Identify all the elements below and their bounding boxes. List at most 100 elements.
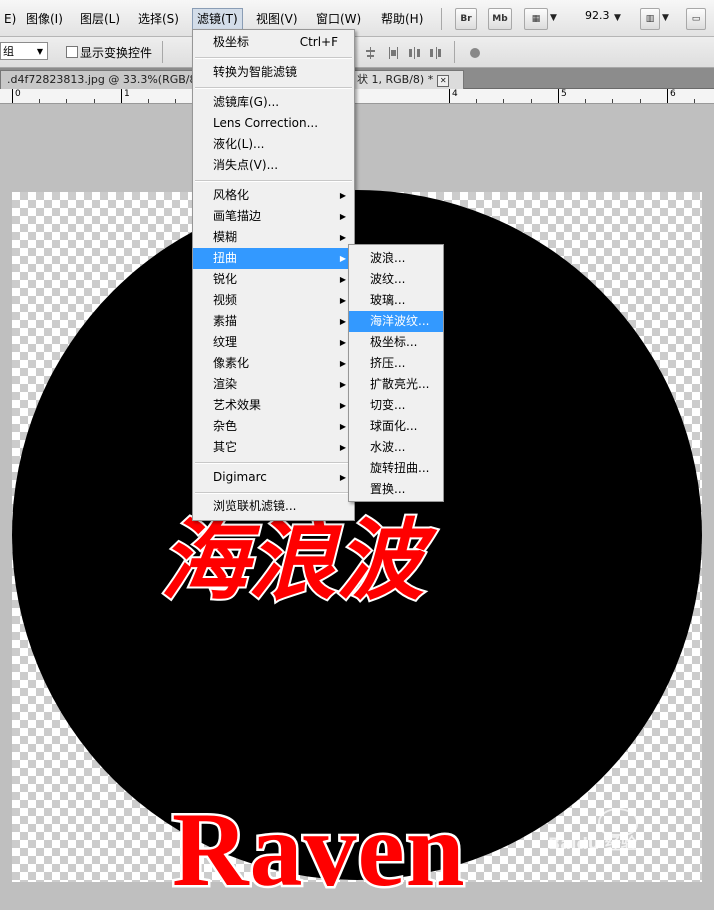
menu-item-browse-online-filters[interactable]: 浏览联机滤镜... (193, 496, 354, 517)
menu-help[interactable]: 帮助(H) (377, 9, 427, 29)
menu-item-lens-correction[interactable]: Lens Correction... (193, 113, 354, 134)
submenu-item-ripple[interactable]: 水波... (349, 437, 443, 458)
ruler-tick (558, 89, 559, 103)
menu-item-pixelate[interactable]: 像素化 ▶ (193, 353, 354, 374)
bridge-button[interactable]: Br (455, 8, 477, 30)
submenu-arrow-icon: ▶ (339, 359, 346, 368)
ruler-tick (449, 89, 450, 103)
menu-item-convert-smart-filter[interactable]: 转换为智能滤镜 (193, 62, 354, 83)
document-tab-bar: .d4f72823813.jpg @ 33.3%(RGB/8) 状 1, RGB… (0, 68, 714, 89)
submenu-item-zigzag[interactable]: 波纹... (349, 269, 443, 290)
submenu-arrow-icon: ▶ (339, 233, 346, 242)
submenu-arrow-icon: ▶ (339, 317, 346, 326)
options-bar: 组 ▼ 显示变换控件 (0, 37, 714, 68)
menu-item-other[interactable]: 其它 ▶ (193, 437, 354, 458)
distort-submenu: 波浪... 波纹... 玻璃... 海洋波纹... 极坐标... 挤压... 扩… (348, 244, 444, 502)
horizontal-ruler: 0 1 4 5 6 (0, 89, 714, 104)
submenu-item-polar-coordinates[interactable]: 极坐标... (349, 332, 443, 353)
menu-layer[interactable]: 图层(L) (76, 9, 124, 29)
submenu-arrow-icon: ▶ (339, 443, 346, 452)
filter-dropdown-menu: 极坐标 Ctrl+F 转换为智能滤镜 滤镜库(G)... Lens Correct… (192, 29, 355, 521)
submenu-item-ocean-ripple[interactable]: 海洋波纹... (349, 311, 443, 332)
show-transform-label: 显示变换控件 (80, 46, 153, 60)
submenu-arrow-icon: ▶ (339, 254, 346, 263)
canvas-mark: , (640, 492, 650, 520)
zoom-level-field[interactable]: 92.3 (585, 9, 610, 22)
close-icon[interactable]: ✕ (437, 75, 450, 87)
submenu-item-glass[interactable]: 玻璃... (349, 290, 443, 311)
submenu-arrow-icon: ▶ (339, 191, 346, 200)
document-tab-active[interactable]: 状 1, RGB/8) * ✕ (350, 70, 464, 89)
ruler-label: 1 (124, 89, 130, 99)
submenu-arrow-icon: ▶ (339, 212, 346, 221)
options-divider (162, 41, 163, 63)
ruler-label: 4 (452, 89, 458, 99)
screen-mode-icon[interactable]: ▭ (686, 8, 706, 30)
zoom-dropdown-icon[interactable]: ▼ (614, 13, 621, 23)
menu-item-filter-gallery[interactable]: 滤镜库(G)... (193, 92, 354, 113)
menu-image[interactable]: 图像(I) (22, 9, 67, 29)
menu-item-liquify[interactable]: 液化(L)... (193, 134, 354, 155)
menu-select[interactable]: 选择(S) (134, 9, 183, 29)
menu-item-noise[interactable]: 杂色 ▶ (193, 416, 354, 437)
mini-bridge-button[interactable]: Mb (488, 8, 512, 30)
submenu-arrow-icon: ▶ (339, 338, 346, 347)
menu-item-artistic[interactable]: 艺术效果 ▶ (193, 395, 354, 416)
arrange-dropdown-icon[interactable]: ▼ (662, 13, 669, 23)
menu-item-brush-strokes[interactable]: 画笔描边 ▶ (193, 206, 354, 227)
menu-item-sharpen[interactable]: 锐化 ▶ (193, 269, 354, 290)
menu-item-blur[interactable]: 模糊 ▶ (193, 227, 354, 248)
menu-item-last-filter[interactable]: 极坐标 Ctrl+F (193, 32, 354, 53)
ruler-label: 0 (15, 89, 21, 99)
menu-item-video[interactable]: 视频 ▶ (193, 290, 354, 311)
raven-title-text: Raven (170, 789, 468, 910)
submenu-item-spherize[interactable]: 球面化... (349, 416, 443, 437)
menu-item-digimarc[interactable]: Digimarc ▶ (193, 467, 354, 488)
submenu-item-diffuse-glow[interactable]: 扩散亮光... (349, 374, 443, 395)
options-divider (454, 41, 455, 63)
submenu-arrow-icon: ▶ (339, 296, 346, 305)
ruler-tick (667, 89, 668, 103)
submenu-arrow-icon: ▶ (339, 473, 346, 482)
menu-view[interactable]: 视图(V) (252, 9, 302, 29)
submenu-arrow-icon: ▶ (339, 380, 346, 389)
distribute-center-icon[interactable] (408, 47, 422, 59)
menu-bar: E) 图像(I) 图层(L) 选择(S) 滤镜(T) 视图(V) 窗口(W) 帮… (0, 0, 714, 37)
submenu-arrow-icon: ▶ (339, 401, 346, 410)
extras-icon[interactable]: ▦ (524, 8, 548, 30)
submenu-item-displace[interactable]: 置换... (349, 479, 443, 500)
menu-item-texture[interactable]: 纹理 ▶ (193, 332, 354, 353)
document-tab-label: 状 1, RGB/8) * (357, 73, 434, 86)
submenu-arrow-icon: ▶ (339, 275, 346, 284)
ruler-label: 6 (670, 89, 676, 99)
menu-item-stylize[interactable]: 风格化 ▶ (193, 185, 354, 206)
submenu-item-pinch[interactable]: 挤压... (349, 353, 443, 374)
watermark-text: Baidu 经验 (548, 834, 637, 853)
document-tab[interactable]: .d4f72823813.jpg @ 33.3%(RGB/8) (0, 70, 200, 89)
menu-item-render[interactable]: 渲染 ▶ (193, 374, 354, 395)
submenu-item-shear[interactable]: 切变... (349, 395, 443, 416)
menu-item-distort[interactable]: 扭曲 ▶ (193, 248, 354, 269)
chevron-down-icon: ▼ (36, 47, 43, 56)
chinese-title-text: 海浪波 (158, 508, 426, 612)
menu-window[interactable]: 窗口(W) (312, 9, 365, 29)
menu-filter[interactable]: 滤镜(T) (192, 8, 243, 30)
menu-item-vanishing-point[interactable]: 消失点(V)... (193, 155, 354, 176)
arrange-documents-icon[interactable]: ▥ (640, 8, 660, 30)
chevron-down-icon[interactable]: ▼ (550, 13, 557, 23)
menubar-divider (441, 8, 442, 30)
submenu-arrow-icon: ▶ (339, 422, 346, 431)
align-icon[interactable] (364, 47, 378, 59)
auto-select-dropdown[interactable]: 组 ▼ (0, 42, 48, 60)
auto-align-icon[interactable] (468, 47, 482, 59)
menu-edit[interactable]: E) (0, 9, 20, 29)
distribute-right-icon[interactable] (428, 47, 442, 59)
show-transform-checkbox[interactable] (66, 46, 78, 58)
submenu-item-wave[interactable]: 波浪... (349, 248, 443, 269)
ruler-tick (121, 89, 122, 103)
ruler-tick (12, 89, 13, 103)
ruler-label: 5 (561, 89, 567, 99)
menu-item-sketch[interactable]: 素描 ▶ (193, 311, 354, 332)
submenu-item-twirl[interactable]: 旋转扭曲... (349, 458, 443, 479)
distribute-icon[interactable] (388, 47, 402, 59)
